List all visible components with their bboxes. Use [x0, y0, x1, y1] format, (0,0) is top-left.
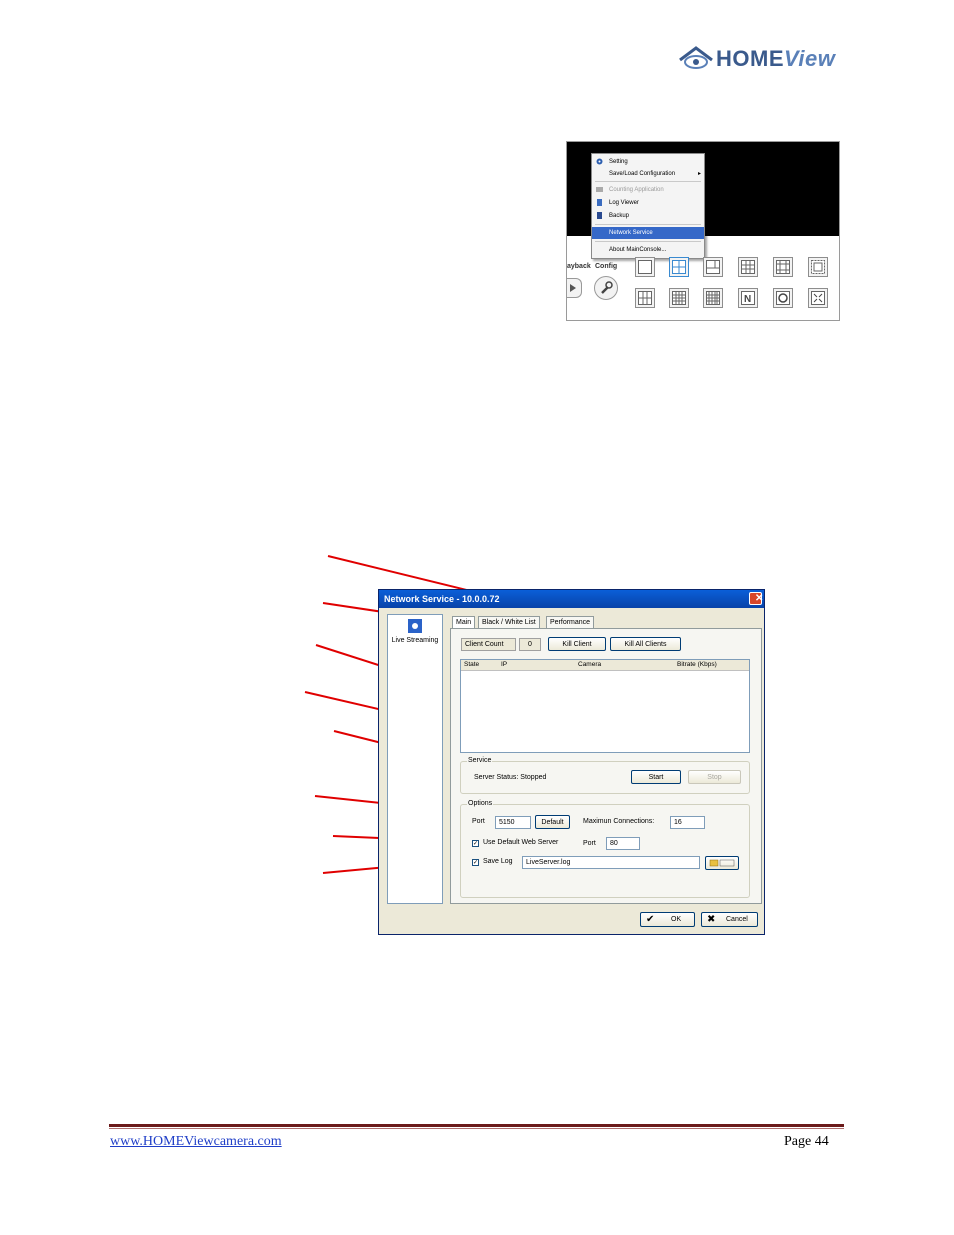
use-default-web-checkbox[interactable]: ✓: [472, 840, 479, 847]
footer-url-link[interactable]: www.HOMEViewcamera.com: [110, 1134, 282, 1150]
sidebar-item-label: Live Streaming: [391, 637, 439, 644]
cancel-button[interactable]: ✖ Cancel: [701, 912, 758, 927]
cancel-label: Cancel: [726, 916, 748, 923]
save-log-label: Save Log: [483, 858, 513, 865]
dialog-title: Network Service - 10.0.0.72: [384, 594, 500, 604]
dialog-sidebar: Live Streaming: [387, 614, 443, 904]
options-group: Options Port 5150 Default Maximun Connec…: [460, 800, 750, 898]
page-number: Page 44: [784, 1134, 829, 1149]
max-connections-label: Maximun Connections:: [583, 818, 655, 825]
port-label: Port: [472, 818, 485, 825]
client-table[interactable]: State IP Camera Bitrate (Kbps): [460, 659, 750, 753]
client-count-value: 0: [519, 638, 541, 651]
network-service-dialog: Network Service - 10.0.0.72 ✕ Live Strea…: [378, 589, 765, 935]
column-state[interactable]: State: [464, 660, 479, 670]
x-icon: ✖: [707, 914, 716, 925]
dialog-titlebar[interactable]: Network Service - 10.0.0.72 ✕: [379, 590, 764, 608]
max-connections-input[interactable]: 16: [670, 816, 705, 829]
checkmark-icon: ✔: [646, 914, 655, 925]
kill-client-button[interactable]: Kill Client: [548, 637, 606, 651]
port-input[interactable]: 5150: [495, 816, 531, 829]
kill-all-clients-button[interactable]: Kill All Clients: [610, 637, 681, 651]
folder-icon: [709, 859, 735, 867]
web-port-label: Port: [583, 840, 596, 847]
column-bitrate[interactable]: Bitrate (Kbps): [677, 660, 717, 670]
column-camera[interactable]: Camera: [578, 660, 601, 670]
sidebar-item-live-streaming[interactable]: Live Streaming: [391, 619, 439, 659]
browse-log-button[interactable]: [705, 856, 739, 870]
use-default-web-label: Use Default Web Server: [483, 839, 559, 846]
stop-button[interactable]: Stop: [688, 770, 741, 784]
table-header: State IP Camera Bitrate (Kbps): [461, 660, 749, 671]
column-ip[interactable]: IP: [501, 660, 507, 670]
main-tab-panel: Client Count 0 Kill Client Kill All Clie…: [450, 628, 762, 904]
options-group-label: Options: [467, 800, 494, 807]
check-icon: ✓: [473, 860, 479, 866]
close-button[interactable]: ✕: [749, 592, 764, 605]
web-port-input[interactable]: 80: [606, 837, 640, 850]
log-file-input[interactable]: LiveServer.log: [522, 856, 700, 869]
save-log-checkbox[interactable]: ✓: [472, 859, 479, 866]
live-streaming-icon: [408, 619, 422, 633]
ok-button[interactable]: ✔ OK: [640, 912, 695, 927]
check-icon: ✓: [473, 841, 479, 847]
footer-rule: [109, 1124, 844, 1127]
start-button[interactable]: Start: [631, 770, 681, 784]
footer-rule-thin: [109, 1128, 844, 1129]
service-group: Service Server Status: Stopped Start Sto…: [460, 757, 750, 794]
server-status: Server Status: Stopped: [474, 774, 547, 781]
close-icon: ✕: [755, 593, 764, 604]
service-group-label: Service: [467, 757, 493, 764]
client-count-label: Client Count: [461, 638, 516, 651]
ok-label: OK: [671, 916, 682, 923]
default-button[interactable]: Default: [535, 815, 570, 829]
